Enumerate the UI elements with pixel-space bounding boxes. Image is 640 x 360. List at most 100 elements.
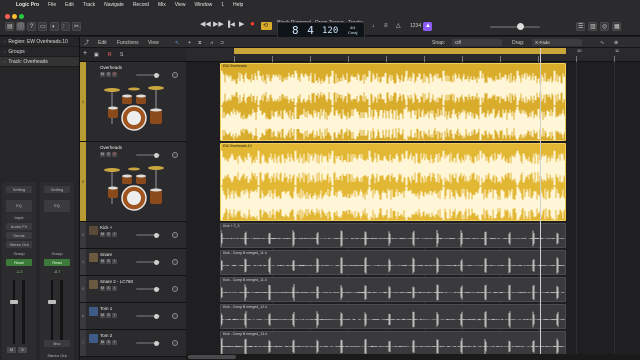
track-input-button[interactable]: I: [112, 232, 117, 237]
track-volume-knob[interactable]: [154, 259, 159, 265]
smart-controls-button[interactable]: ◐: [50, 22, 59, 31]
drummer-region[interactable]: EW Overheads: [220, 63, 566, 141]
track-input-button[interactable]: I: [112, 286, 117, 291]
cycle-range[interactable]: [234, 48, 566, 54]
track-name[interactable]: Overheads: [100, 65, 122, 70]
track-pan-knob[interactable]: [172, 313, 178, 319]
go-to-start-icon[interactable]: ▐◀: [226, 22, 235, 28]
track-solo-button[interactable]: S: [106, 259, 111, 264]
horizontal-scrollbar[interactable]: [186, 354, 640, 360]
track-solo-button[interactable]: S: [106, 340, 111, 345]
edit-menu[interactable]: Edit: [98, 40, 107, 46]
track-mute-button[interactable]: M: [100, 340, 105, 345]
track-record-button[interactable]: R: [112, 152, 117, 157]
track-name[interactable]: Overheads: [100, 145, 122, 150]
track-volume-knob[interactable]: [154, 232, 159, 238]
count-in-icon[interactable]: ≡: [384, 23, 388, 29]
track-pan-knob[interactable]: [172, 286, 178, 292]
track-mute-button[interactable]: M: [100, 72, 105, 77]
waveform-icon[interactable]: ∿: [600, 40, 604, 46]
mixer-button[interactable]: ⫶: [61, 22, 70, 31]
waveform-zoom-icon[interactable]: ⩘: [210, 40, 213, 46]
view-menu[interactable]: View: [148, 40, 159, 46]
strip-volume-fader[interactable]: [13, 280, 15, 344]
minimize-window-button[interactable]: [12, 14, 17, 19]
inspector-groups-row[interactable]: › Groups: [0, 47, 79, 57]
drummer-region[interactable]: EW Overheads.10: [220, 143, 566, 221]
browser-button[interactable]: ▦: [612, 22, 621, 31]
track-header[interactable]: 5 Snare 2 - LC760 M S I: [80, 276, 186, 303]
track-volume-knob[interactable]: [154, 286, 159, 292]
menu-help[interactable]: Help: [233, 2, 243, 8]
record-enable-icon[interactable]: R: [108, 52, 112, 58]
strip-audiofx-button[interactable]: Audio FX: [6, 223, 32, 230]
menu-1[interactable]: 1: [221, 2, 224, 8]
track-header[interactable]: 6 Tom 1 MSI: [80, 303, 186, 330]
list-editors-icon[interactable]: 1234: [410, 23, 421, 29]
cycle-button[interactable]: ⟲: [261, 22, 272, 30]
rewind-icon[interactable]: ◀◀: [200, 21, 211, 28]
strip-mute-button[interactable]: M: [7, 347, 16, 353]
track-header[interactable]: 2 Overheads M S R: [80, 142, 186, 222]
track-header[interactable]: 3 Kick + M S I: [80, 222, 186, 249]
list-view-button[interactable]: ☰: [576, 22, 585, 31]
zoom-icon[interactable]: ⊕: [614, 40, 618, 46]
inspector-track-row[interactable]: › Track: Overheads: [0, 57, 79, 67]
strip-eq-button[interactable]: EQ: [6, 200, 32, 212]
audio-region[interactable]: Kick - Comp B merged_12.4: [220, 304, 566, 329]
pointer-tool-icon[interactable]: ↖: [175, 40, 179, 46]
audio-region[interactable]: Kick + 2_3: [220, 223, 566, 248]
menu-track[interactable]: Track: [83, 2, 95, 8]
record-icon[interactable]: ●: [250, 20, 255, 28]
track-lanes[interactable]: EW Overheads EW Overheads.10 Kick + 2_3 Kic…: [186, 62, 640, 360]
track-mute-button[interactable]: M: [100, 232, 105, 237]
track-pan-knob[interactable]: [172, 340, 178, 346]
output-bounce-button[interactable]: Bnc: [44, 340, 70, 347]
output-setting-button[interactable]: Setting: [44, 186, 70, 193]
track-name[interactable]: Snare: [100, 252, 112, 257]
loops-button[interactable]: ◎: [600, 22, 609, 31]
track-header[interactable]: 4 Snare M S I: [80, 249, 186, 276]
track-pan-knob[interactable]: [172, 72, 178, 78]
accent-toggle-button[interactable]: ▲: [423, 22, 432, 31]
scrollbar-thumb[interactable]: [188, 355, 236, 359]
menu-record[interactable]: Record: [133, 2, 149, 8]
apple-icon[interactable]: [4, 2, 10, 8]
track-volume-knob[interactable]: [154, 340, 159, 346]
track-name[interactable]: Snare 2 - LC760: [100, 279, 133, 284]
marquee-tool-icon[interactable]: +: [188, 40, 191, 46]
track-solo-button[interactable]: S: [106, 313, 111, 318]
drag-dropdown[interactable]: X-Fade: [532, 39, 582, 46]
track-record-button[interactable]: R: [112, 72, 117, 77]
strip-group-label[interactable]: Group: [6, 250, 32, 257]
audio-region[interactable]: Kick - Comp B merged_13.4: [220, 331, 566, 356]
track-solo-button[interactable]: S: [106, 286, 111, 291]
strip-automation-button[interactable]: Read: [6, 259, 32, 266]
fast-forward-icon[interactable]: ▶▶: [213, 21, 224, 28]
output-eq-button[interactable]: EQ: [44, 200, 70, 212]
track-mute-button[interactable]: M: [100, 152, 105, 157]
inspector-button[interactable]: ⓘ: [16, 22, 25, 31]
track-solo-button[interactable]: S: [106, 152, 111, 157]
master-volume-knob[interactable]: [517, 23, 524, 30]
library-button[interactable]: ▤: [5, 22, 14, 31]
track-mute-button[interactable]: M: [100, 259, 105, 264]
audio-region[interactable]: Kick - Comp B merged_11.4: [220, 277, 566, 302]
menu-navigate[interactable]: Navigate: [104, 2, 124, 8]
master-volume-slider[interactable]: [490, 26, 540, 28]
track-volume-knob[interactable]: [154, 152, 159, 158]
functions-menu[interactable]: Functions: [117, 40, 139, 46]
menu-app[interactable]: Logic Pro: [16, 2, 39, 8]
track-name[interactable]: Kick +: [100, 225, 112, 230]
strip-volume-fader-cap[interactable]: [10, 300, 18, 304]
tuner-icon[interactable]: ♩: [372, 23, 378, 29]
track-input-button[interactable]: I: [112, 259, 117, 264]
notepad-button[interactable]: ▥: [588, 22, 597, 31]
track-solo-button[interactable]: S: [106, 232, 111, 237]
inspector-region-row[interactable]: › Region: EW Overheads.10: [0, 37, 79, 47]
snap-dropdown[interactable]: Off: [452, 39, 502, 46]
strip-sends-button[interactable]: Sends: [6, 232, 32, 239]
add-track-icon[interactable]: +: [83, 50, 87, 57]
track-input-button[interactable]: I: [112, 340, 117, 345]
strip-setting-button[interactable]: Setting: [6, 186, 32, 193]
